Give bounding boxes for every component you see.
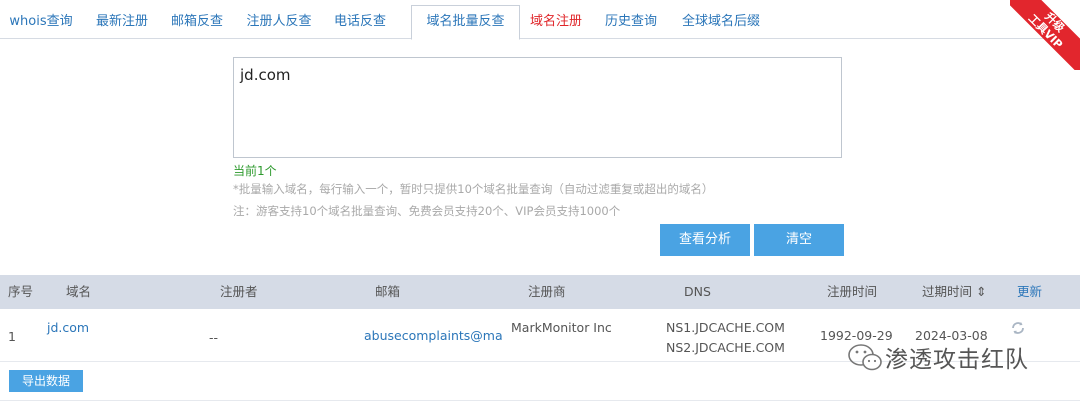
tab-bar: whois查询 最新注册 邮箱反查 注册人反查 电话反查 域名批量反查 域名注册… bbox=[0, 0, 1080, 40]
vip-upgrade-badge[interactable]: 升级 工具VIP bbox=[1010, 0, 1080, 70]
refresh-icon[interactable] bbox=[1010, 320, 1026, 336]
header-email: 邮箱 bbox=[375, 284, 401, 299]
tab-latest-registration[interactable]: 最新注册 bbox=[90, 6, 154, 38]
header-registrant: 注册者 bbox=[220, 284, 258, 299]
header-created: 注册时间 bbox=[827, 284, 878, 299]
export-data-button[interactable]: 导出数据 bbox=[9, 370, 83, 392]
cell-dns-2: NS2.JDCACHE.COM bbox=[666, 340, 785, 355]
domain-count: 当前1个 bbox=[233, 164, 277, 178]
tab-batch-reverse[interactable]: 域名批量反查 bbox=[411, 5, 520, 40]
cell-domain-link[interactable]: jd.com bbox=[47, 320, 89, 335]
tab-email-reverse[interactable]: 邮箱反查 bbox=[165, 6, 229, 38]
tab-domain-registration[interactable]: 域名注册 bbox=[525, 6, 587, 38]
analyze-button[interactable]: 查看分析 bbox=[660, 224, 750, 256]
header-expires-sortable[interactable]: 过期时间 ⇕ bbox=[922, 275, 986, 309]
cell-registrar: MarkMonitor Inc bbox=[511, 320, 612, 335]
header-registrar: 注册商 bbox=[528, 284, 566, 299]
tab-history[interactable]: 历史查询 bbox=[600, 6, 662, 38]
header-dns: DNS bbox=[684, 284, 711, 299]
cell-registrant: -- bbox=[209, 330, 219, 345]
quota-hint: 注：游客支持10个域名批量查询、免费会员支持20个、VIP会员支持1000个 bbox=[233, 204, 621, 218]
results-table-header: 序号 域名 注册者 邮箱 注册商 DNS 注册时间 过期时间 ⇕ 更新 bbox=[0, 275, 1080, 309]
tab-whois[interactable]: whois查询 bbox=[6, 6, 76, 38]
tab-registrant-reverse[interactable]: 注册人反查 bbox=[240, 6, 318, 38]
header-index: 序号 bbox=[8, 284, 34, 299]
cell-email-link[interactable]: abusecomplaints@ma bbox=[364, 328, 503, 343]
tab-global-suffix[interactable]: 全球域名后缀 bbox=[676, 6, 766, 38]
watermark-text: 渗透攻击红队 bbox=[885, 347, 1029, 373]
batch-input-hint: *批量输入域名，每行输入一个，暂时只提供10个域名批量查询（自动过滤重复或超出的… bbox=[233, 182, 714, 196]
header-domain: 域名 bbox=[66, 284, 92, 299]
cell-index: 1 bbox=[8, 329, 16, 344]
tab-phone-reverse[interactable]: 电话反查 bbox=[328, 6, 392, 38]
clear-button[interactable]: 清空 bbox=[754, 224, 844, 256]
cell-dns-1: NS1.JDCACHE.COM bbox=[666, 320, 785, 335]
divider bbox=[0, 400, 1080, 401]
header-update[interactable]: 更新 bbox=[1017, 275, 1042, 309]
domain-batch-input[interactable]: jd.com bbox=[233, 57, 842, 158]
